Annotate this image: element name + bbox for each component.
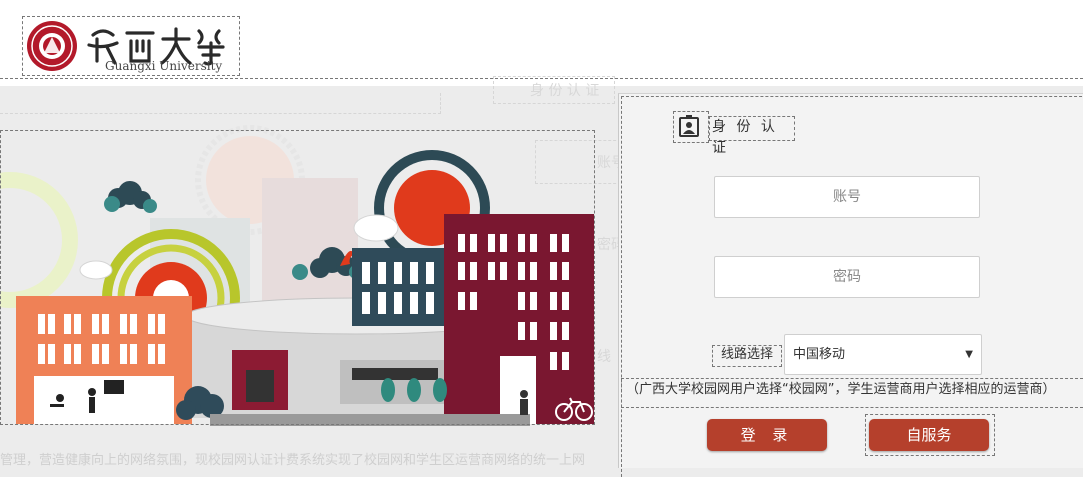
route-note: （广西大学校园网用户选择“校园网”，学生运营商用户选择相应的运营商） [621, 378, 1083, 408]
auth-title: 身 份 认 证 [709, 116, 795, 156]
university-logo[interactable]: Guangxi University [22, 16, 240, 76]
route-label: 线路选择 [712, 345, 782, 367]
illustration-frame [0, 130, 595, 425]
route-select[interactable]: 中国移动 ▼ [784, 334, 982, 375]
university-name-en: Guangxi University [105, 59, 223, 73]
account-input[interactable] [714, 176, 980, 218]
password-input[interactable] [714, 256, 980, 298]
id-card-icon [673, 111, 709, 143]
login-button[interactable]: 登 录 [707, 419, 827, 451]
dropdown-arrow-icon: ▼ [965, 349, 973, 360]
self-service-button[interactable]: 自服务 [869, 419, 989, 451]
route-selected-value: 中国移动 [793, 347, 846, 362]
ghost-tab-label: 身 份 认 证 [530, 83, 600, 99]
ghost-bottom-text: 管理，营造健康向上的网络氛围，现校园网认证计费系统实现了校园网和学生区运营商网络… [0, 453, 586, 467]
page-header: Guangxi University [0, 0, 1083, 86]
